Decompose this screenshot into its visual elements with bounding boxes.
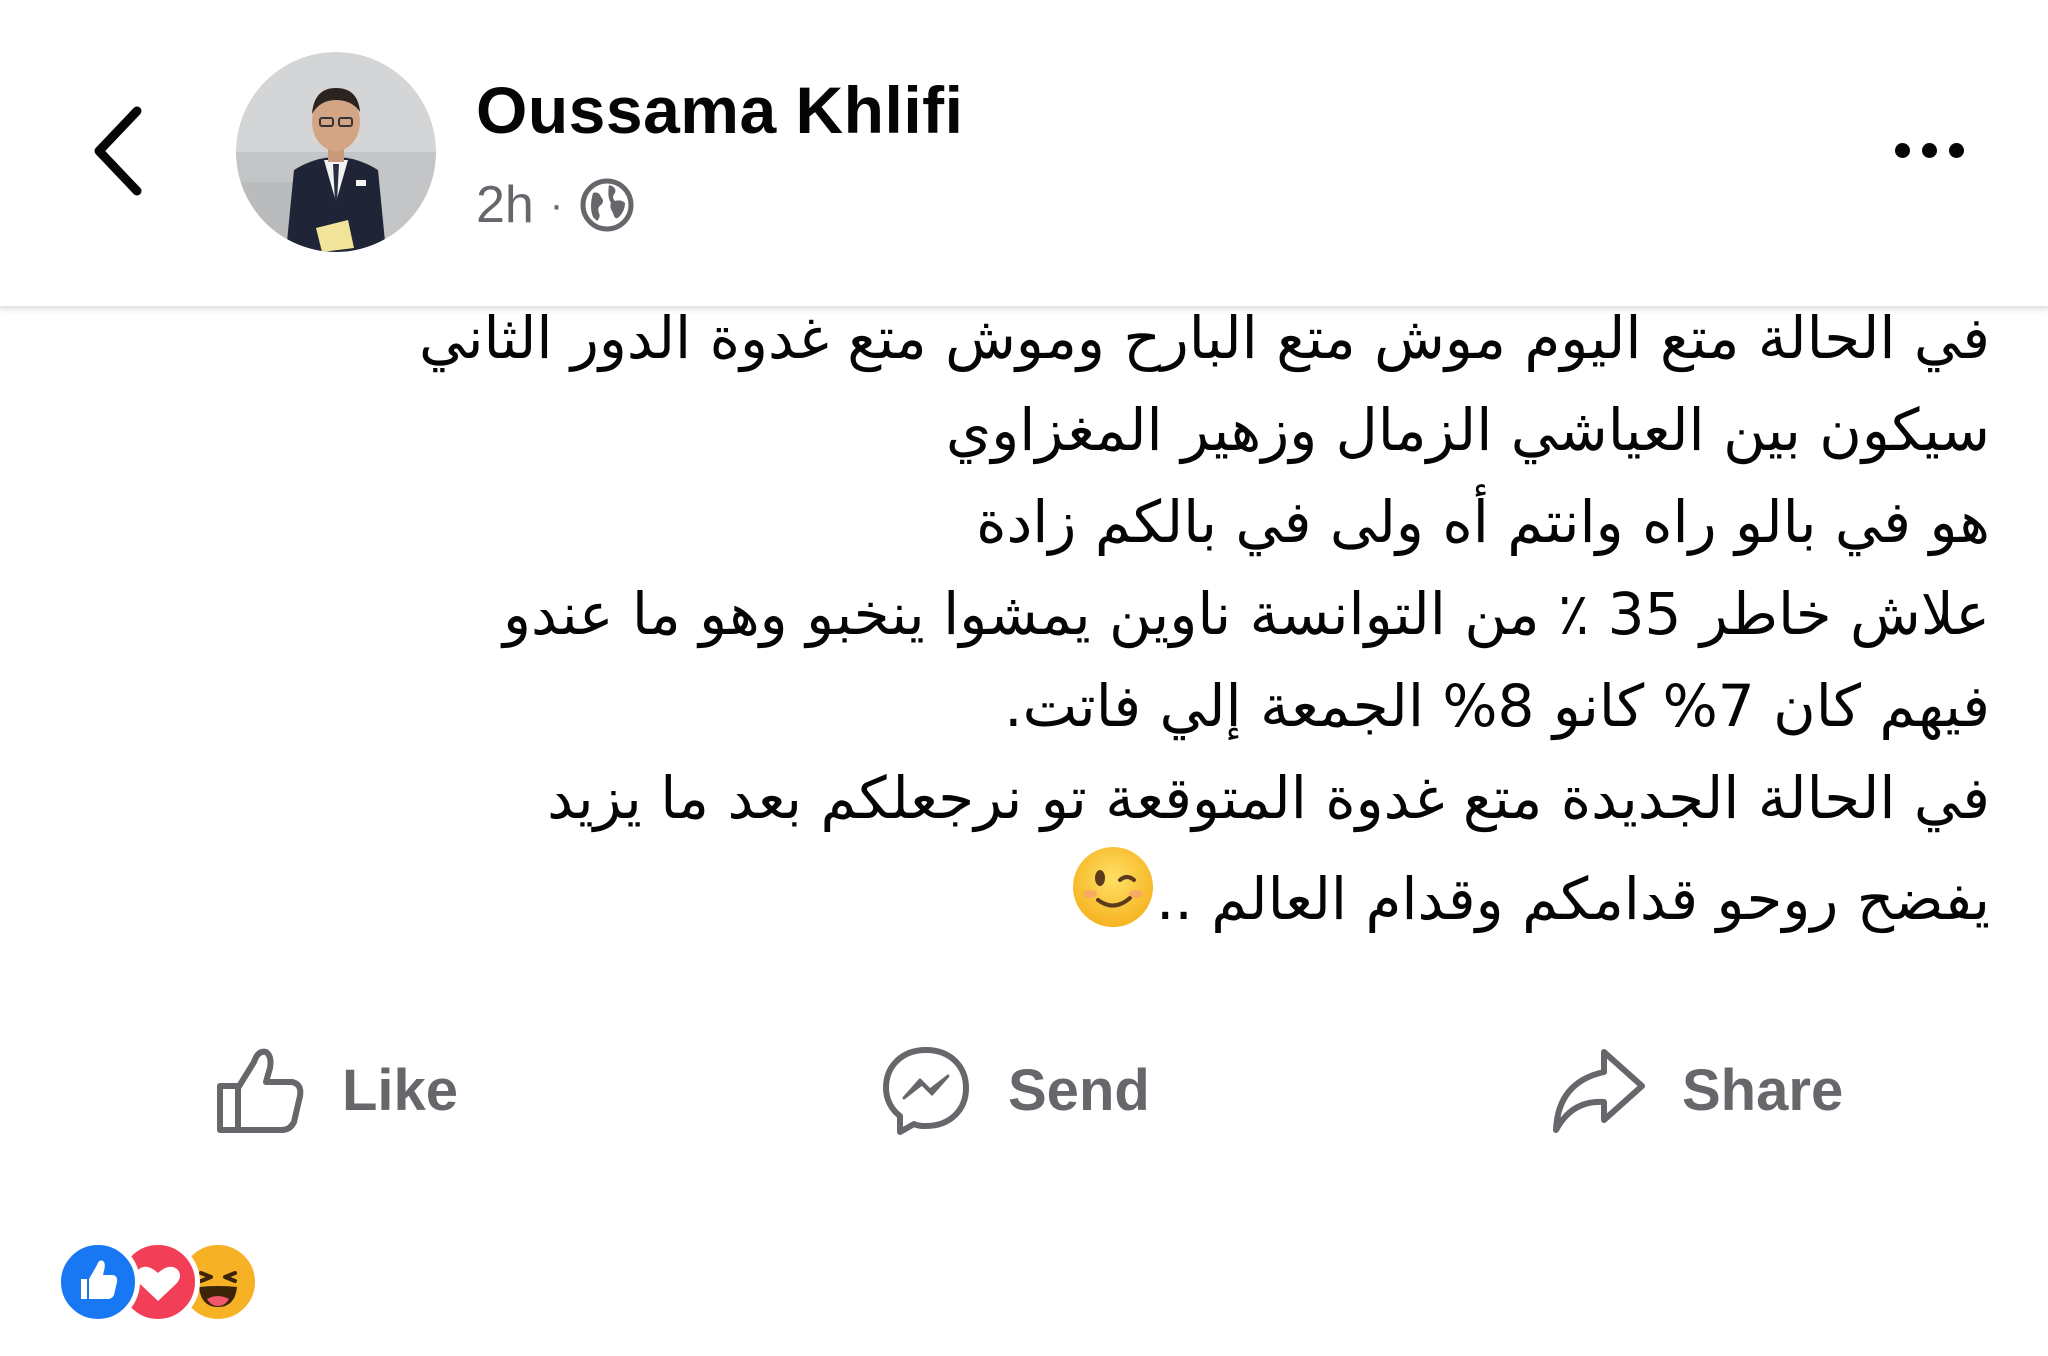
- more-dot: [1948, 142, 1964, 158]
- thumbs-up-icon: [217, 1048, 304, 1133]
- post-line: علاش خاطر 35 ٪ من التوانسة ناوين يمشوا ي…: [502, 580, 1990, 648]
- more-dot: [1921, 142, 1937, 158]
- reaction-summary[interactable]: [56, 1240, 316, 1326]
- more-dot: [1894, 142, 1910, 158]
- avatar[interactable]: [236, 52, 436, 252]
- post-line: سيكون بين العياشي الزمال وزهير المغزاوي: [945, 396, 1990, 464]
- post-line: يفضح روحو قدامكم وقدام العالم ..: [1155, 865, 1990, 934]
- share-button[interactable]: Share: [1548, 1030, 1843, 1150]
- back-button[interactable]: [72, 96, 162, 206]
- meta-separator: ·: [549, 182, 564, 227]
- post-line: في الحالة الجديدة متع غدوة المتوقعة تو ن…: [547, 764, 1990, 832]
- post-time[interactable]: 2h: [476, 175, 534, 235]
- post-meta: 2h ·: [476, 170, 635, 240]
- send-label: Send: [1008, 1057, 1150, 1123]
- post-header: Oussama Khlifi 2h ·: [0, 0, 2048, 308]
- winking-face-emoji: [1070, 844, 1156, 956]
- post-line-last: يفضح روحو قدامكم وقدام العالم ..: [100, 844, 1990, 936]
- post-line: هو في بالو راه وانتم أه ولى في بالكم زاد…: [976, 488, 1990, 556]
- share-arrow-icon: [1553, 1049, 1645, 1133]
- post-text: في الحالة متع اليوم موش متع البارح وموش …: [100, 292, 1990, 936]
- globe-icon: [580, 178, 634, 232]
- chevron-left-icon: [94, 106, 142, 196]
- like-label: Like: [342, 1057, 459, 1123]
- send-button[interactable]: Send: [878, 1030, 1150, 1150]
- post-line: فيهم كان 7% كانو 8% الجمعة إلي فاتت.: [1004, 672, 1990, 740]
- like-button[interactable]: Like: [212, 1030, 458, 1150]
- share-label: Share: [1682, 1057, 1844, 1123]
- messenger-icon: [883, 1047, 969, 1135]
- like-reaction-icon: [56, 1240, 140, 1324]
- author-name[interactable]: Oussama Khlifi: [476, 72, 963, 148]
- action-bar: Like Send Share: [0, 1030, 2048, 1150]
- more-options-button[interactable]: [1874, 118, 1984, 182]
